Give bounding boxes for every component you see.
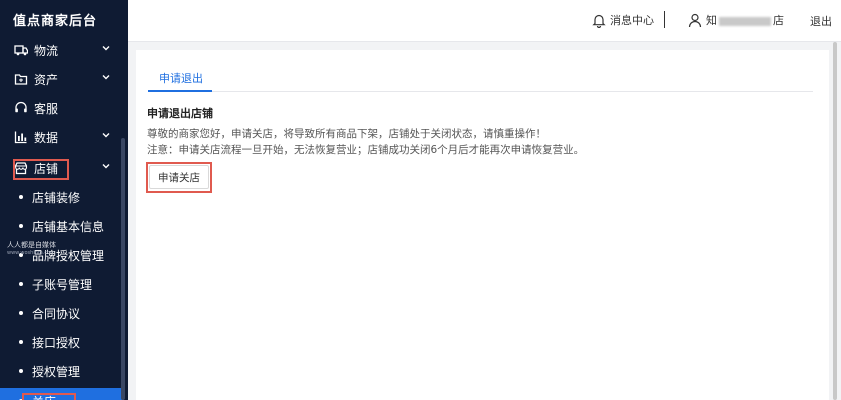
tab-active-indicator: [148, 90, 212, 92]
nav-label: 数据: [34, 130, 59, 145]
nav-label: 资产: [34, 72, 59, 87]
messages-label: 消息中心: [610, 14, 654, 27]
submenu-item-contract[interactable]: 合同协议: [0, 300, 124, 326]
user-menu[interactable]: 知店: [688, 12, 784, 28]
notice-line-2: 注意：申请关店流程一旦开始，无法恢复营业；店铺成功关闭6个月后才能再次申请恢复营…: [147, 144, 585, 156]
chevron-down-icon: [102, 46, 110, 51]
store-icon: [14, 162, 28, 175]
nav-item-store[interactable]: 店铺: [0, 155, 128, 181]
top-header: 消息中心 知店 退出: [128, 0, 841, 42]
bullet-dot: [19, 311, 23, 315]
submenu-item-store-info[interactable]: 店铺基本信息: [0, 213, 124, 239]
submenu-label: 接口授权: [32, 335, 81, 350]
tab-divider: [148, 91, 813, 92]
submenu-item-store-decoration[interactable]: 店铺装修: [0, 184, 124, 210]
watermark: 人人都是自媒体 www.woshipm.com: [7, 241, 56, 257]
submenu-item-api-auth[interactable]: 接口授权: [0, 329, 124, 355]
submenu-item-subaccount[interactable]: 子账号管理: [0, 271, 124, 297]
notice-line-1: 尊敬的商家您好，申请关店，将导致所有商品下架，店铺处于关闭状态，请慎重操作！: [147, 128, 546, 140]
header-divider: [664, 11, 665, 28]
nav-label: 店铺: [34, 161, 59, 176]
nav-item-customer-service[interactable]: 客服: [0, 95, 128, 121]
submenu-label: 关店: [32, 393, 56, 400]
main-content: 申请退出 申请退出店铺 尊敬的商家您好，申请关店，将导致所有商品下架，店铺处于关…: [136, 50, 829, 400]
nav-item-data[interactable]: 数据: [0, 124, 128, 150]
logout-link[interactable]: 退出: [810, 13, 832, 29]
submenu-label: 店铺装修: [32, 190, 81, 205]
content-scrollbar[interactable]: [833, 42, 837, 400]
submenu-item-auth-manage[interactable]: 授权管理: [0, 358, 124, 384]
watermark-line2: www.woshipm.com: [7, 250, 56, 256]
submenu-label: 授权管理: [32, 364, 81, 379]
bullet-dot: [19, 340, 23, 344]
user-name-prefix: 知: [706, 14, 717, 27]
messages-button[interactable]: 消息中心: [592, 12, 654, 28]
user-icon: [688, 13, 702, 27]
redacted-name: [719, 16, 771, 26]
truck-icon: [14, 45, 28, 56]
wallet-icon: [14, 74, 28, 85]
section-title: 申请退出店铺: [147, 107, 213, 120]
chevron-down-icon: [102, 133, 110, 138]
submenu-item-close-store[interactable]: 关店: [0, 388, 124, 400]
bullet-dot: [19, 282, 23, 286]
submenu-label: 合同协议: [32, 306, 81, 321]
tab-apply-exit[interactable]: 申请退出: [159, 70, 203, 86]
apply-close-store-button[interactable]: 申请关店: [149, 165, 209, 189]
nav-item-logistics[interactable]: 物流: [0, 37, 128, 63]
submenu-label: 店铺基本信息: [32, 219, 105, 234]
bar-chart-icon: [14, 131, 27, 144]
headset-icon: [15, 101, 27, 113]
chevron-down-icon: [102, 164, 110, 169]
sidebar-scrollbar[interactable]: [121, 138, 125, 400]
submenu-label: 子账号管理: [32, 277, 93, 292]
bell-icon: [592, 14, 606, 28]
watermark-line1: 人人都是自媒体: [7, 241, 56, 249]
nav-label: 物流: [34, 43, 59, 58]
sidebar: 值点商家后台 物流 资产 客服 数据 店铺 店铺装修 店铺基本信息 品牌授权管理…: [0, 0, 128, 400]
bullet-dot: [19, 369, 23, 373]
bullet-dot: [19, 195, 23, 199]
nav-label: 客服: [34, 101, 59, 116]
user-name-suffix: 店: [773, 14, 784, 27]
chevron-down-icon: [102, 75, 110, 80]
nav-item-assets[interactable]: 资产: [0, 66, 128, 92]
bullet-dot: [19, 224, 23, 228]
user-name: 知店: [706, 12, 784, 28]
brand-title: 值点商家后台: [13, 14, 98, 29]
